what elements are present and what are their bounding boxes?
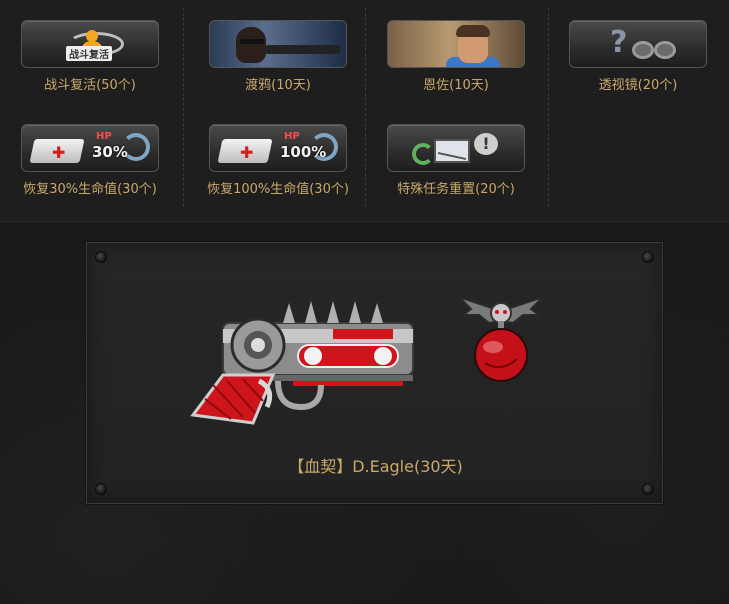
- reward-item-enzo[interactable]: 恩佐(10天): [366, 20, 526, 110]
- reward-item-heal100[interactable]: ✚ HP 100% 恢复100%生命值(30个): [188, 124, 349, 214]
- featured-reward-name: 【血契】D.Eagle(30天): [288, 457, 463, 476]
- reward-item-mission-reset[interactable]: ! 特殊任务重置(20个): [366, 124, 526, 214]
- revive-icon: 战斗复活: [21, 20, 159, 68]
- reward-label: 恢复30%生命值(30个): [23, 182, 157, 197]
- rivet-icon: [642, 251, 654, 263]
- reward-label: 透视镜(20个): [598, 78, 678, 93]
- reward-label: 渡鸦(10天): [245, 78, 311, 93]
- binoculars-icon: ?: [569, 20, 707, 68]
- featured-reward-panel[interactable]: 【血契】D.Eagle(30天): [86, 242, 663, 504]
- reward-label: 战斗复活(50个): [44, 78, 136, 93]
- rivet-icon: [642, 483, 654, 495]
- medkit-icon: ✚ HP 100%: [209, 124, 347, 172]
- reward-label: 恩佐(10天): [423, 78, 489, 93]
- rivet-icon: [95, 251, 107, 263]
- reward-item-heal30[interactable]: ✚ HP 30% 恢复30%生命值(30个): [0, 124, 160, 214]
- reward-label: 特殊任务重置(20个): [397, 182, 515, 197]
- mail-icon: [434, 139, 470, 163]
- medkit-icon: ✚ HP 30%: [21, 124, 159, 172]
- rivet-icon: [95, 483, 107, 495]
- reward-item-xray[interactable]: ? 透视镜(20个): [548, 20, 708, 110]
- raven-character-portrait: [209, 20, 347, 68]
- refresh-icon: [412, 143, 434, 165]
- reward-item-revive[interactable]: 战斗复活 战斗复活(50个): [0, 20, 160, 110]
- alert-bubble-icon: !: [474, 133, 498, 155]
- bat-orb-charm-icon: [453, 293, 549, 385]
- column-divider: [183, 8, 184, 206]
- mission-reset-icon: !: [387, 124, 525, 172]
- reward-grid: 战斗复活 战斗复活(50个) 渡鸦(10天) 恩佐(10天) ? 透视镜(20个…: [0, 0, 729, 222]
- reward-label: 恢复100%生命值(30个): [207, 182, 349, 197]
- reward-item-raven[interactable]: 渡鸦(10天): [188, 20, 348, 110]
- enzo-character-portrait: [387, 20, 525, 68]
- desert-eagle-blood-pact-icon: [183, 289, 423, 429]
